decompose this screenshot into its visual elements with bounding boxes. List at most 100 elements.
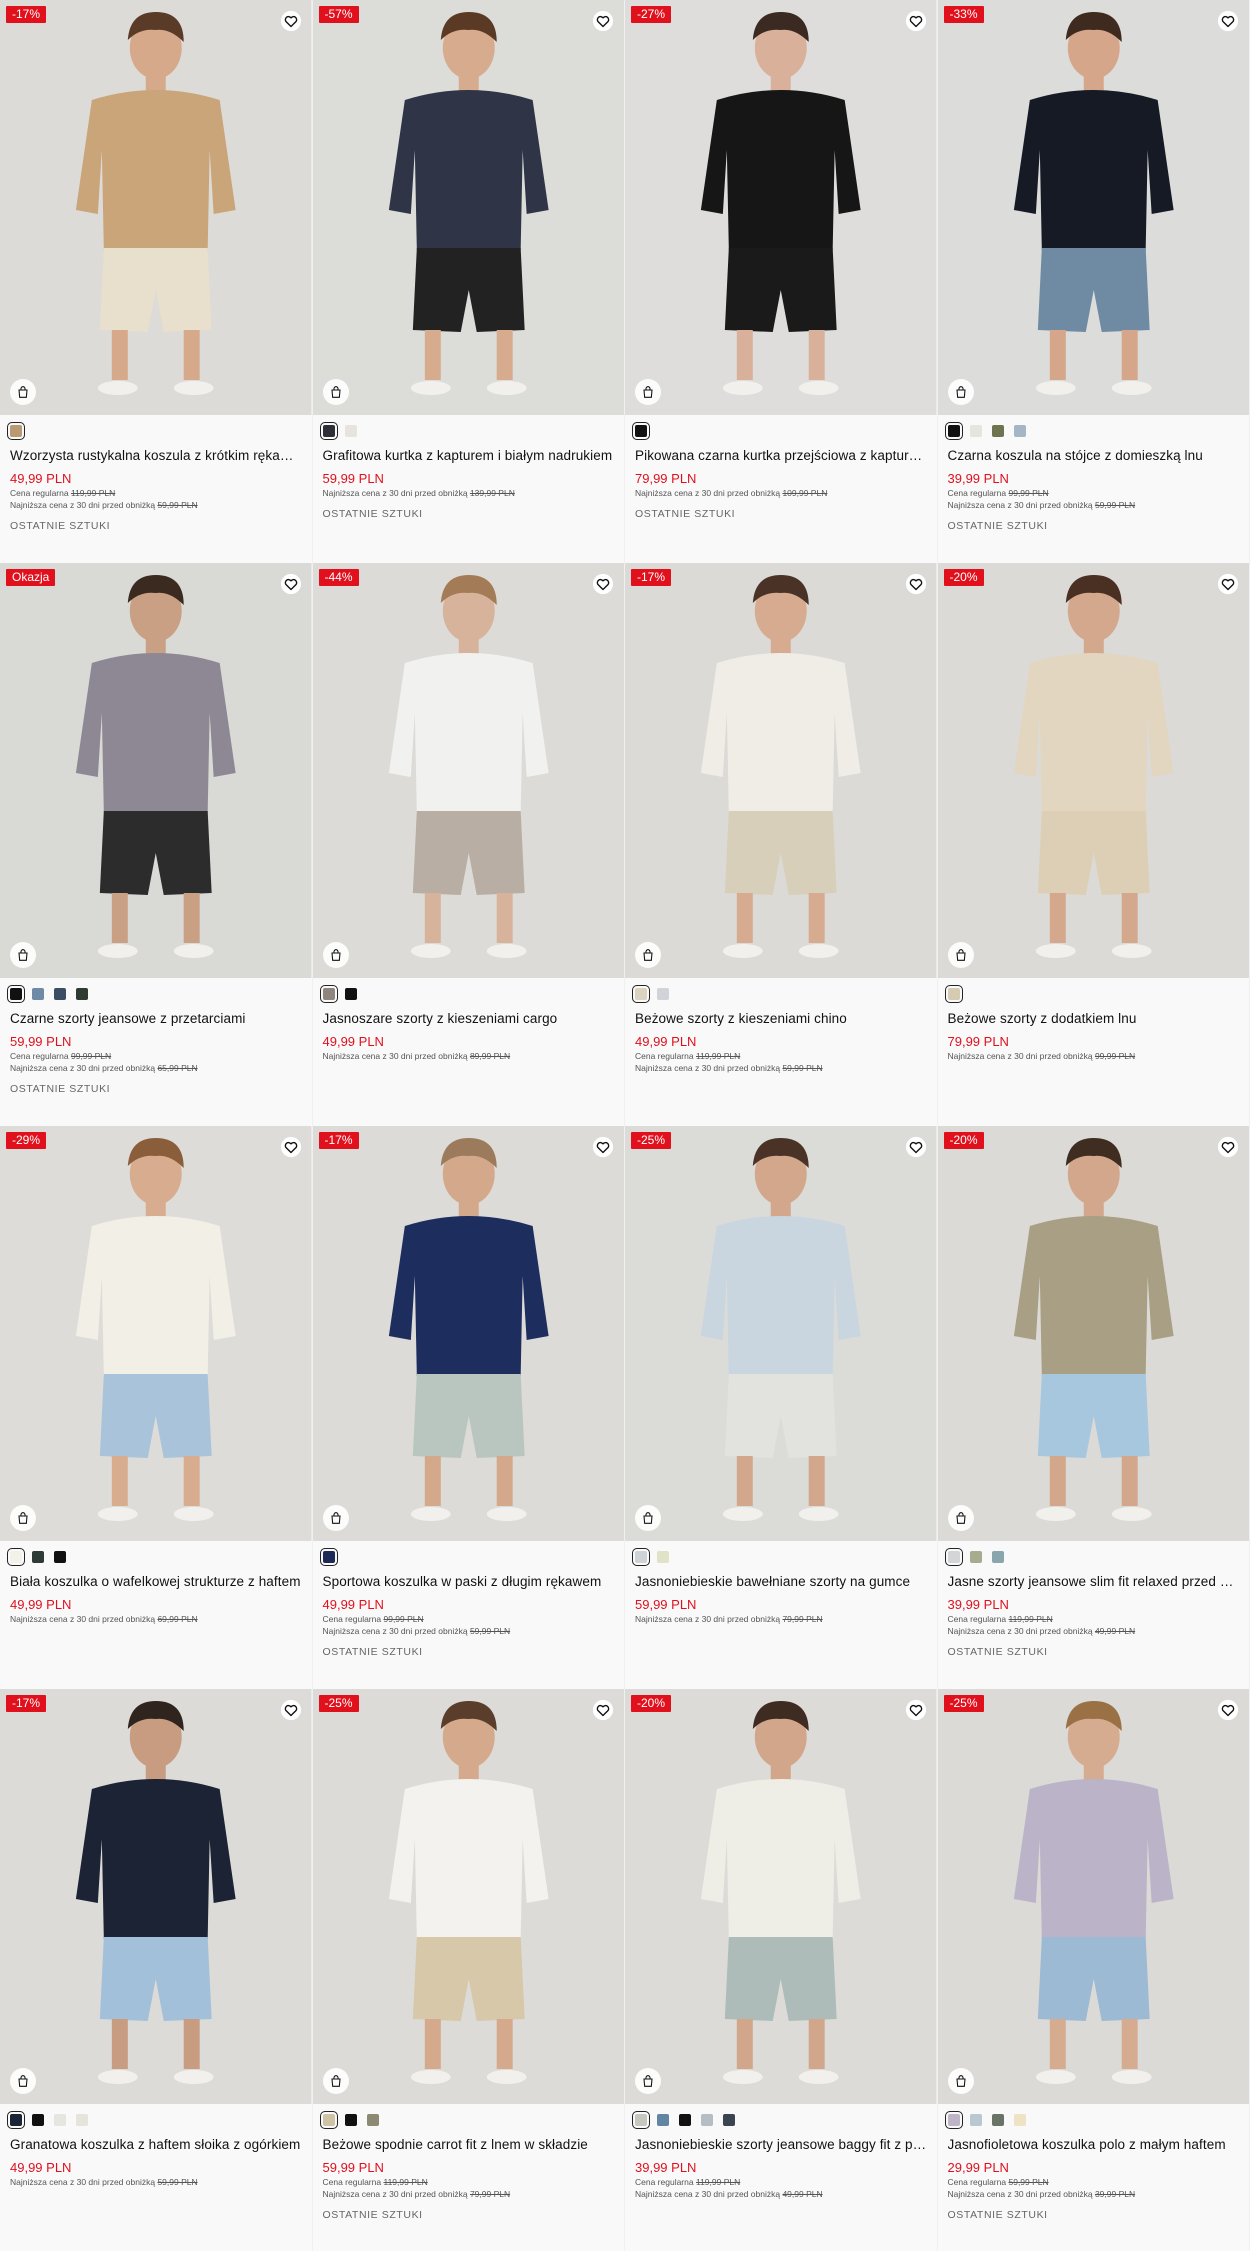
product-card[interactable]: -17% Granatowa koszulka z haftem słoika z… [0, 1689, 313, 2251]
product-name[interactable]: Jasnoniebieskie bawełniane szorty na gum… [635, 1573, 927, 1591]
shopping-bag-icon[interactable] [635, 379, 661, 405]
product-name[interactable]: Biała koszulka o wafelkowej strukturze z… [10, 1573, 302, 1591]
product-name[interactable]: Jasne szorty jeansowe slim fit relaxed p… [948, 1573, 1240, 1591]
product-name[interactable]: Beżowe szorty z dodatkiem lnu [948, 1010, 1240, 1028]
color-swatch[interactable] [344, 988, 357, 1000]
product-card[interactable]: -27% Pikowana czarna kurtka przejściowa z… [625, 0, 938, 563]
product-photo[interactable]: -20% [937, 563, 1249, 978]
product-name[interactable]: Czarne szorty jeansowe z przetarciami [10, 1010, 302, 1028]
heart-icon[interactable] [905, 573, 927, 595]
product-name[interactable]: Wzorzysta rustykalna koszula z krótkim r… [10, 447, 302, 465]
product-card[interactable]: -17% Wzorzysta rustykalna koszula z krótk… [0, 0, 313, 563]
color-swatch[interactable] [657, 1551, 669, 1563]
product-card[interactable]: -17% Beżowe szorty z kieszeniami chino 49,… [625, 563, 938, 1126]
color-swatch[interactable] [632, 2111, 650, 2129]
shopping-bag-icon[interactable] [10, 2068, 36, 2094]
color-swatch[interactable] [991, 425, 1004, 437]
color-swatch[interactable] [54, 2114, 66, 2126]
color-swatch[interactable] [7, 1548, 25, 1566]
shopping-bag-icon[interactable] [947, 942, 974, 968]
product-photo[interactable]: -44% [312, 563, 624, 978]
shopping-bag-icon[interactable] [635, 1505, 661, 1531]
shopping-bag-icon[interactable] [322, 2068, 349, 2094]
product-photo[interactable]: -17% [625, 563, 937, 978]
product-card[interactable]: -25% Jasnoniebieskie bawełniane szorty na… [625, 1126, 938, 1689]
heart-icon[interactable] [592, 10, 614, 32]
color-swatch[interactable] [991, 2114, 1004, 2126]
shopping-bag-icon[interactable] [947, 2068, 974, 2094]
shopping-bag-icon[interactable] [635, 942, 661, 968]
heart-icon[interactable] [1217, 573, 1239, 595]
product-name[interactable]: Beżowe szorty z kieszeniami chino [635, 1010, 927, 1028]
product-name[interactable]: Czarna koszula na stójce z domieszką lnu [948, 447, 1240, 465]
color-swatch[interactable] [969, 425, 982, 437]
shopping-bag-icon[interactable] [322, 942, 349, 968]
product-photo[interactable]: -29% [0, 1126, 312, 1541]
heart-icon[interactable] [280, 1699, 302, 1721]
product-card[interactable]: -20% Jasnoniebieskie szorty jeansowe bagg… [625, 1689, 938, 2251]
product-photo[interactable]: -17% [0, 0, 312, 415]
color-swatch[interactable] [944, 1548, 963, 1566]
color-swatch[interactable] [969, 2114, 982, 2126]
color-swatch[interactable] [944, 422, 963, 440]
product-card[interactable]: -25% Jasnofioletowa koszulka polo z małym… [937, 1689, 1250, 2251]
color-swatch[interactable] [7, 2111, 25, 2129]
product-card[interactable]: -25% Beżowe spodnie carrot fit z lnem w s… [312, 1689, 625, 2251]
product-card[interactable]: -29% Biała koszulka o wafelkowej struktur… [0, 1126, 313, 1689]
color-swatch[interactable] [632, 422, 650, 440]
color-swatch[interactable] [319, 422, 338, 440]
shopping-bag-icon[interactable] [10, 942, 36, 968]
product-name[interactable]: Jasnoniebieskie szorty jeansowe baggy fi… [635, 2136, 927, 2154]
heart-icon[interactable] [592, 573, 614, 595]
color-swatch[interactable] [701, 2114, 713, 2126]
color-swatch[interactable] [657, 988, 669, 1000]
product-card[interactable]: -44% Jasnoszare szorty z kieszeniami carg… [312, 563, 625, 1126]
shopping-bag-icon[interactable] [322, 379, 349, 405]
shopping-bag-icon[interactable] [635, 2068, 661, 2094]
heart-icon[interactable] [280, 10, 302, 32]
product-card[interactable]: -33% Czarna koszula na stójce z domieszką… [937, 0, 1250, 563]
heart-icon[interactable] [592, 1699, 614, 1721]
color-swatch[interactable] [54, 988, 66, 1000]
product-photo[interactable]: -20% [937, 1126, 1249, 1541]
product-name[interactable]: Sportowa koszulka w paski z długim rękaw… [323, 1573, 615, 1591]
product-photo[interactable]: -33% [937, 0, 1249, 415]
shopping-bag-icon[interactable] [10, 1505, 36, 1531]
color-swatch[interactable] [7, 985, 25, 1003]
product-name[interactable]: Granatowa koszulka z haftem słoika z ogó… [10, 2136, 302, 2154]
heart-icon[interactable] [1217, 1136, 1239, 1158]
product-photo[interactable]: -57% [312, 0, 624, 415]
color-swatch[interactable] [32, 2114, 44, 2126]
color-swatch[interactable] [76, 988, 88, 1000]
heart-icon[interactable] [280, 573, 302, 595]
color-swatch[interactable] [7, 422, 25, 440]
color-swatch[interactable] [319, 1548, 338, 1566]
heart-icon[interactable] [905, 10, 927, 32]
product-card[interactable]: Okazja Czarne szorty jeansowe z przetarci… [0, 563, 313, 1126]
product-card[interactable]: -20% Jasne szorty jeansowe slim fit relax… [937, 1126, 1250, 1689]
product-photo[interactable]: -25% [312, 1689, 624, 2104]
heart-icon[interactable] [280, 1136, 302, 1158]
color-swatch[interactable] [54, 1551, 66, 1563]
product-photo[interactable]: -25% [937, 1689, 1249, 2104]
color-swatch[interactable] [723, 2114, 735, 2126]
color-swatch[interactable] [679, 2114, 691, 2126]
color-swatch[interactable] [657, 2114, 669, 2126]
color-swatch[interactable] [969, 1551, 982, 1563]
heart-icon[interactable] [1217, 10, 1239, 32]
color-swatch[interactable] [319, 2111, 338, 2129]
color-swatch[interactable] [944, 985, 963, 1003]
color-swatch[interactable] [32, 1551, 44, 1563]
product-photo[interactable]: Okazja [0, 563, 312, 978]
product-photo[interactable]: -27% [625, 0, 937, 415]
color-swatch[interactable] [632, 1548, 650, 1566]
product-photo[interactable]: -25% [625, 1126, 937, 1541]
shopping-bag-icon[interactable] [322, 1505, 349, 1531]
color-swatch[interactable] [344, 2114, 357, 2126]
color-swatch[interactable] [319, 985, 338, 1003]
product-name[interactable]: Beżowe spodnie carrot fit z lnem w skład… [323, 2136, 615, 2154]
product-photo[interactable]: -17% [312, 1126, 624, 1541]
product-card[interactable]: -20% Beżowe szorty z dodatkiem lnu 79,99 P… [937, 563, 1250, 1126]
color-swatch[interactable] [991, 1551, 1004, 1563]
heart-icon[interactable] [1217, 1699, 1239, 1721]
